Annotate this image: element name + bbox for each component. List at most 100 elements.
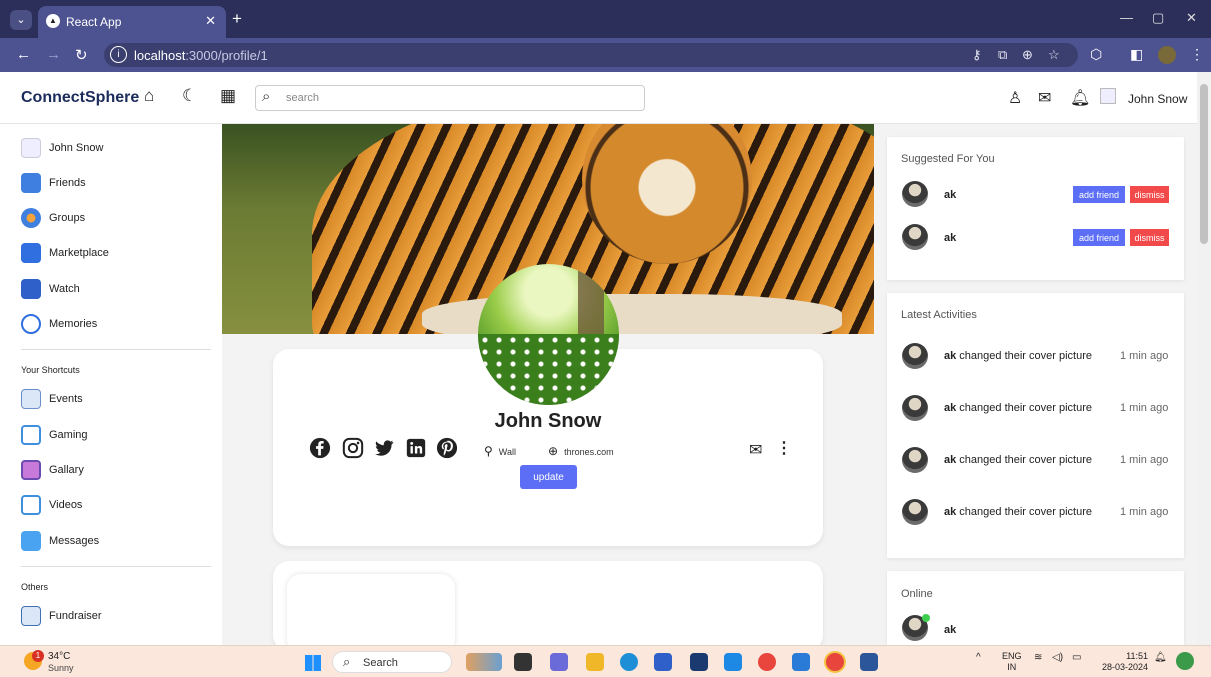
tab-close-icon[interactable]: ✕ [205,13,216,29]
back-icon[interactable]: ← [16,46,31,63]
twitter-icon[interactable] [373,437,395,459]
apps-grid-icon[interactable]: ▦ [220,86,236,106]
bookmark-star-icon[interactable]: ☆ [1048,47,1060,63]
activities-panel: Latest Activities ak changed their cover… [887,293,1184,558]
scrollbar-thumb[interactable] [1200,84,1208,244]
update-button[interactable]: update [520,465,577,489]
dismiss-button[interactable]: dismiss [1130,229,1169,246]
chrome-active-icon[interactable] [826,653,844,671]
side-panel-icon[interactable]: ◧ [1130,46,1143,63]
weather-condition[interactable]: Sunny [48,663,74,673]
battery-icon[interactable]: ▭ [1072,652,1081,663]
restore-icon[interactable]: ▢ [1152,10,1164,26]
zoom-icon[interactable]: ⊕ [1022,47,1033,63]
sidebar-item-label: Watch [49,283,80,295]
wifi-icon[interactable]: ≋ [1034,652,1042,663]
volume-icon[interactable]: ◁) [1052,652,1063,663]
pinterest-icon[interactable] [436,437,458,459]
instagram-icon[interactable] [342,437,364,459]
message-mail-icon[interactable]: ✉ [749,440,762,460]
new-tab-icon[interactable]: + [232,9,242,29]
website-info: ⊕ thrones.com [548,444,614,458]
search-input[interactable] [286,89,636,107]
suggested-user-name[interactable]: ak [944,189,956,201]
vscode-icon[interactable] [792,653,810,671]
website-text[interactable]: thrones.com [564,447,614,457]
browser-menu-icon[interactable]: ⋮ [1190,46,1204,63]
teams-icon[interactable] [550,653,568,671]
address-bar-row: ← → ↻ i localhost:3000/profile/1 ⚷ ⧉ ⊕ ☆… [0,38,1211,72]
online-user-name[interactable]: ak [944,624,956,636]
left-sidebar: John Snow Friends Groups Marketplace Wat… [0,124,222,645]
page-scrollbar[interactable] [1197,72,1211,645]
windows-start-icon[interactable] [305,655,321,671]
url-bar[interactable]: i localhost:3000/profile/1 ⚷ ⧉ ⊕ ☆ [104,43,1078,67]
online-status-dot [922,614,930,622]
install-app-icon[interactable]: ⧉ [998,47,1007,63]
site-info-icon[interactable]: i [110,46,127,63]
reload-icon[interactable]: ↻ [75,46,88,64]
avatar [902,499,928,525]
person-icon[interactable]: ♙ [1008,88,1022,108]
home-icon[interactable]: ⌂ [144,86,154,106]
sidebar-item-label: Groups [49,212,86,224]
minimize-icon[interactable]: — [1120,10,1133,25]
store-icon[interactable] [654,653,672,671]
messages-icon [21,531,41,551]
avatar [902,343,928,369]
password-key-icon[interactable]: ⚷ [972,47,982,63]
activity-user: ak [944,506,957,518]
nav-username[interactable]: John Snow [1128,92,1187,106]
extensions-icon[interactable]: ⬡ [1090,46,1102,63]
tray-chevron-icon[interactable]: ^ [976,652,981,663]
mail-icon[interactable]: ✉ [1038,88,1051,108]
add-friend-button[interactable]: add friend [1073,229,1125,246]
avatar [902,395,928,421]
os-taskbar: 1 34°C Sunny ⌕ Search ^ ENG IN ≋ ◁) ▭ 11:… [0,645,1211,677]
more-options-icon[interactable]: ⋮ [776,438,792,458]
url-text: localhost:3000/profile/1 [134,48,268,63]
avatar [902,447,928,473]
edge-icon[interactable] [620,653,638,671]
taskbar-search[interactable]: ⌕ Search [332,651,452,673]
lang-text: ENG [1002,651,1022,661]
activity-user: ak [944,350,957,362]
sidebar-item-label: Marketplace [49,247,109,259]
copilot-icon[interactable] [1176,652,1194,670]
profile-avatar-icon[interactable] [1158,46,1176,64]
profile-picture [478,264,619,405]
linkedin-icon[interactable] [405,437,427,459]
browser-tab[interactable]: ▲ React App ✕ [38,6,226,38]
app-icon[interactable] [724,653,742,671]
window-close-icon[interactable]: ✕ [1186,10,1197,26]
dropbox-icon[interactable] [690,653,708,671]
dark-mode-moon-icon[interactable]: ☾ [182,86,197,106]
activity-text: ak changed their cover picture [944,506,1092,518]
language-indicator[interactable]: ENG IN [1002,651,1022,673]
search-icon: ⌕ [262,88,271,105]
system-clock[interactable]: 11:51 28-03-2024 [1096,651,1148,673]
avatar [902,181,928,207]
tab-search-chevron-icon[interactable]: ⌄ [10,10,32,30]
profile-pic-flowers [478,334,619,405]
file-explorer-icon[interactable] [586,653,604,671]
weather-temperature[interactable]: 34°C [48,651,70,662]
word-icon[interactable] [860,653,878,671]
forward-icon[interactable]: → [46,46,61,63]
notification-bell-icon[interactable]: 🔔︎ [1070,88,1090,108]
notification-icon[interactable]: 🔔︎ [1154,652,1167,663]
suggested-user-name[interactable]: ak [944,232,956,244]
app-logo[interactable]: ConnectSphere [21,89,139,107]
online-panel: Online ak [887,571,1184,645]
chrome-icon[interactable] [758,653,776,671]
task-view-icon[interactable] [514,653,532,671]
activity-user: ak [944,454,957,466]
app-navbar: ConnectSphere ⌂ ☾ ▦ ⌕ ♙ ✉ 🔔︎ John Snow [0,72,1211,124]
add-friend-button[interactable]: add friend [1073,186,1125,203]
widgets-icon[interactable] [466,653,502,671]
sidebar-item-label: Memories [49,318,98,330]
facebook-icon[interactable] [309,437,331,459]
user-avatar[interactable] [1100,88,1116,104]
sidebar-divider [21,349,211,350]
dismiss-button[interactable]: dismiss [1130,186,1169,203]
